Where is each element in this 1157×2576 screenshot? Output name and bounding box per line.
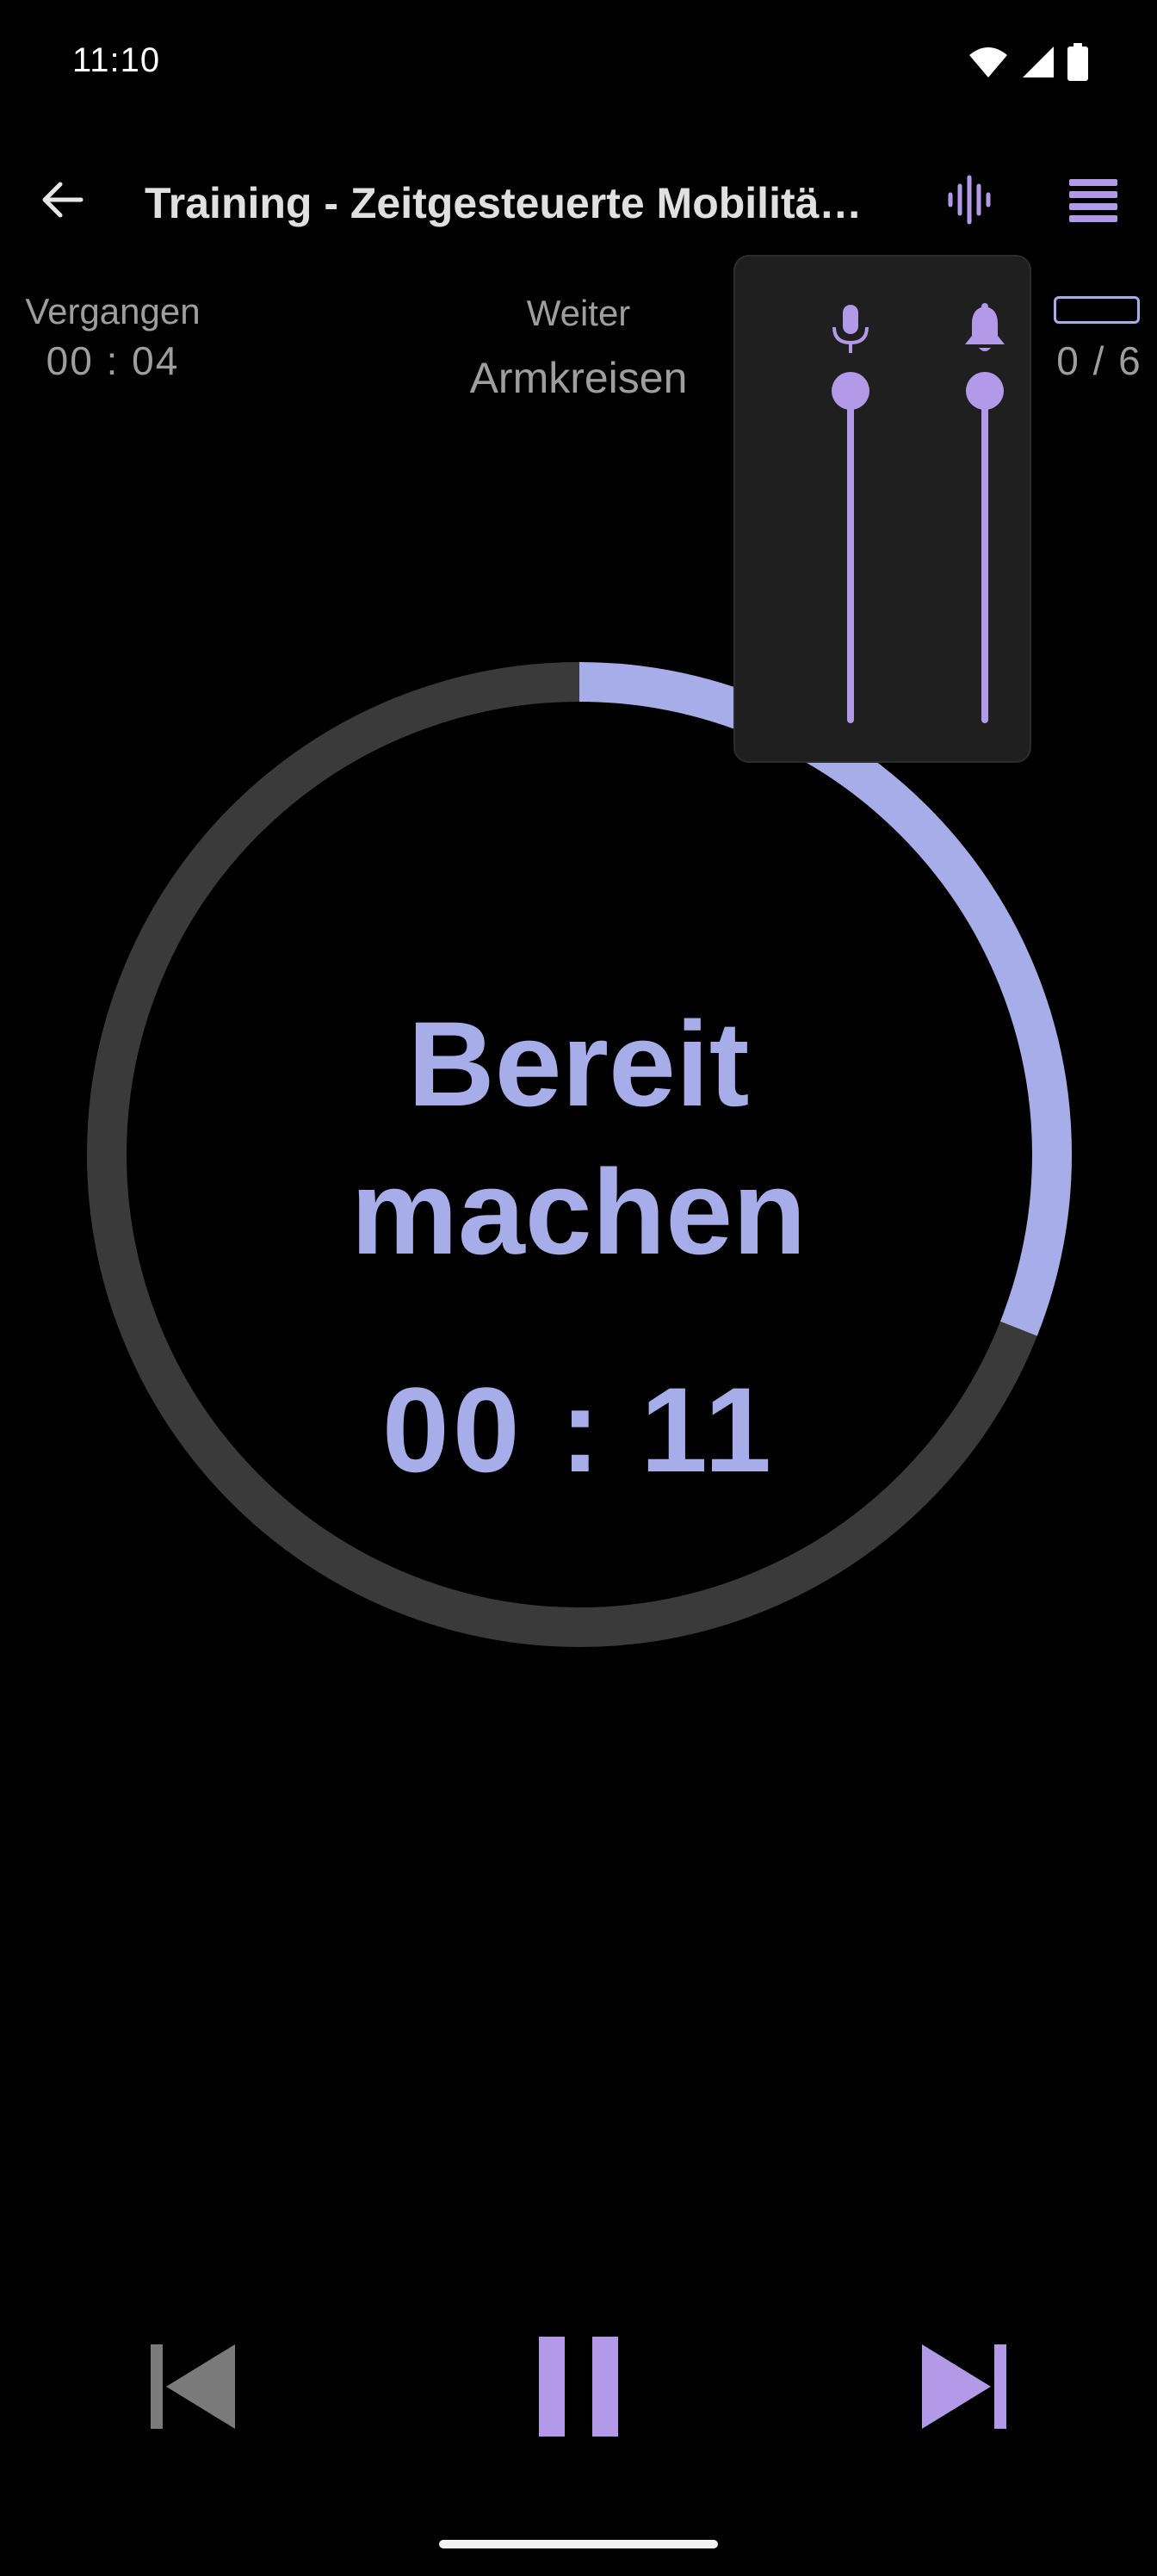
next-exercise-button[interactable] [895,2319,1033,2457]
sound-settings-button[interactable] [938,170,1000,232]
microphone-icon [826,301,875,356]
rounds-counter: 0 / 6 [1056,338,1142,383]
voice-volume-thumb[interactable] [832,372,869,410]
volume-popup [733,255,1031,763]
bell-icon [961,301,1009,356]
home-indicator [439,2540,718,2548]
rounds-progress-bar [1054,296,1140,324]
pause-button[interactable] [510,2319,647,2457]
elapsed-label: Vergangen [25,291,201,331]
elapsed-time: 00 : 04 [46,338,180,383]
voice-volume-track[interactable] [847,394,854,723]
skip-next-icon [917,2339,1012,2438]
voice-volume-slider[interactable] [816,257,885,723]
battery-icon [1067,42,1088,85]
bell-volume-thumb[interactable] [966,372,1004,410]
bell-volume-slider[interactable] [950,257,1019,723]
next-exercise-label: Weiter [526,293,631,333]
bell-volume-track[interactable] [981,394,988,723]
skip-previous-icon [145,2339,240,2438]
status-time: 11:10 [72,41,161,79]
phase-title-line1: Bereit [407,996,750,1131]
phase-title-line2: machen [350,1144,807,1279]
list-icon [1067,176,1119,228]
back-button[interactable] [31,170,93,232]
wifi-icon [968,45,1009,84]
phase-title: Bereit machen [234,990,923,1286]
signal-icon [1021,45,1055,84]
next-exercise-name: Armkreisen [469,354,688,402]
exercise-list-button[interactable] [1062,170,1124,232]
previous-exercise-button[interactable] [124,2319,262,2457]
waveform-icon [944,174,995,230]
arrow-left-icon [36,174,88,230]
page-title: Training - Zeitgesteuerte Mobilitä… [145,179,863,227]
pause-icon [535,2335,622,2443]
countdown-timer: 00 : 11 [381,1362,776,1497]
status-icons [968,42,1088,85]
